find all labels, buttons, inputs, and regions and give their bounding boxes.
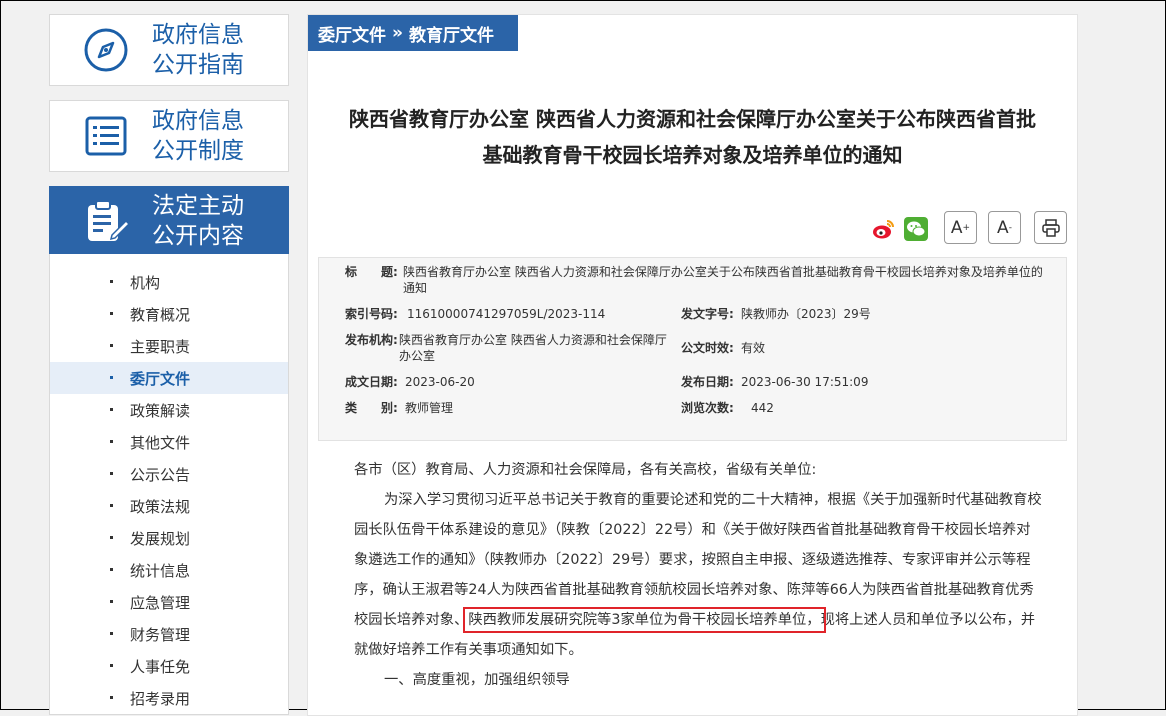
meta-title-value: 陕西省教育厅办公室 陕西省人力资源和社会保障厅办公室关于公布陕西省首批基础教育骨… <box>403 265 1043 295</box>
sidebar-card-title: 政府信息 公开指南 <box>152 22 244 78</box>
document-meta-table: 标 题: 陕西省教育厅办公室 陕西省人力资源和社会保障厅办公室关于公布陕西省首批… <box>318 257 1067 441</box>
meta-org-value: 陕西省教育厅办公室 陕西省人力资源和社会保障厅办公室 <box>399 333 667 363</box>
meta-valid-value: 有效 <box>741 341 766 355</box>
sidebar-card-title: 法定主动 公开内容 <box>152 193 244 249</box>
font-smaller-button[interactable]: A- <box>988 211 1021 244</box>
highlighted-text: 陕西教师发展研究院等3家单位为骨干校园长培养单位， <box>463 607 826 633</box>
bullet-icon <box>110 568 113 571</box>
breadcrumb: 委厅文件 » 教育厅文件 <box>308 15 518 51</box>
meta-views-key: 浏览次数: <box>681 401 734 415</box>
bullet-icon <box>110 632 113 635</box>
meta-category-value: 教师管理 <box>405 401 454 415</box>
sidebar-card-guide[interactable]: 政府信息 公开指南 <box>49 14 289 86</box>
bullet-icon <box>110 696 113 699</box>
meta-pub-value: 2023-06-30 17:51:09 <box>741 375 869 389</box>
sidebar-card-system[interactable]: 政府信息 公开制度 <box>49 100 289 172</box>
section-heading: 一、高度重视，加强组织领导 <box>384 672 570 688</box>
sidebar-item-emergency[interactable]: 应急管理 <box>50 586 288 618</box>
bullet-icon <box>110 312 113 315</box>
article-panel: 委厅文件 » 教育厅文件 陕西省教育厅办公室 陕西省人力资源和社会保障厅办公室关… <box>307 14 1078 716</box>
breadcrumb-separator: » <box>392 23 403 43</box>
meta-docno-value: 陕教师办〔2023〕29号 <box>741 307 871 321</box>
bullet-icon <box>110 504 113 507</box>
sidebar-item-statistics[interactable]: 统计信息 <box>50 554 288 586</box>
weibo-share-icon[interactable] <box>872 217 896 241</box>
print-button[interactable] <box>1034 211 1067 244</box>
bullet-icon <box>110 344 113 347</box>
bullet-icon <box>110 408 113 411</box>
printer-icon <box>1041 218 1060 237</box>
meta-views-value: 442 <box>751 401 774 415</box>
sidebar-card-content[interactable]: 法定主动 公开内容 <box>49 186 289 256</box>
salutation: 各市（区）教育局、人力资源和社会保障局，各有关高校，省级有关单位: <box>354 462 817 478</box>
wechat-share-icon[interactable] <box>904 217 928 241</box>
bullet-icon <box>110 600 113 603</box>
page-title: 陕西省教育厅办公室 陕西省人力资源和社会保障厅办公室关于公布陕西省首批 基础教育… <box>349 107 1036 167</box>
sidebar: 政府信息 公开指南 政府信息 公开制度 法定主动 公开内容 机构 教育概况 主要… <box>49 14 289 715</box>
bullet-icon <box>110 536 113 539</box>
meta-org-key: 发布机构: <box>345 333 398 347</box>
sidebar-item-policy-interp[interactable]: 政策解读 <box>50 394 288 426</box>
article-toolbar: A + A- <box>868 211 1068 247</box>
sidebar-item-dept-docs[interactable]: 委厅文件 <box>50 362 288 394</box>
sidebar-item-planning[interactable]: 发展规划 <box>50 522 288 554</box>
sidebar-item-duties[interactable]: 主要职责 <box>50 330 288 362</box>
bullet-icon <box>110 472 113 475</box>
list-icon <box>76 106 136 166</box>
sidebar-item-notices[interactable]: 公示公告 <box>50 458 288 490</box>
sidebar-nav: 机构 教育概况 主要职责 委厅文件 政策解读 其他文件 公示公告 政策法规 发展… <box>49 254 289 715</box>
sidebar-item-overview[interactable]: 教育概况 <box>50 298 288 330</box>
sidebar-item-other-docs[interactable]: 其他文件 <box>50 426 288 458</box>
meta-made-value: 2023-06-20 <box>405 375 475 389</box>
clipboard-edit-icon <box>76 191 136 251</box>
breadcrumb-link-dept-docs[interactable]: 委厅文件 <box>318 21 386 46</box>
bullet-icon <box>110 280 113 283</box>
body-paragraph: 为深入学习贯彻习近平总书记关于教育的重要论述和党的二十大精神，根据《关于加强新时… <box>354 492 1042 658</box>
sidebar-card-title: 政府信息 公开制度 <box>152 108 244 164</box>
bullet-icon <box>110 376 113 379</box>
bullet-icon <box>110 664 113 667</box>
article-body: 各市（区）教育局、人力资源和社会保障局，各有关高校，省级有关单位: 为深入学习贯… <box>354 455 1044 695</box>
breadcrumb-link-edu-docs[interactable]: 教育厅文件 <box>409 21 494 46</box>
meta-title-key: 标 题: <box>345 265 398 279</box>
sidebar-item-personnel[interactable]: 人事任免 <box>50 650 288 682</box>
sidebar-item-agency[interactable]: 机构 <box>50 266 288 298</box>
font-larger-button[interactable]: A + <box>944 211 977 244</box>
sidebar-item-recruitment[interactable]: 招考录用 <box>50 682 288 714</box>
compass-icon <box>76 20 136 80</box>
meta-index-key: 索引号码: <box>345 307 398 321</box>
bullet-icon <box>110 440 113 443</box>
sidebar-item-laws[interactable]: 政策法规 <box>50 490 288 522</box>
meta-index-value: 11610000741297059L/2023-114 <box>407 307 606 321</box>
sidebar-item-finance[interactable]: 财务管理 <box>50 618 288 650</box>
